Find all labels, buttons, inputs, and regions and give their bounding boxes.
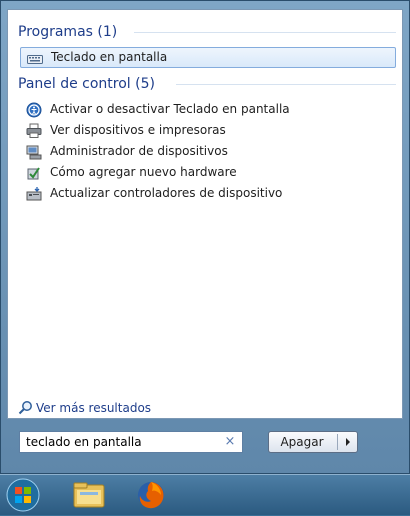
- start-menu: Programas (1) Teclado en pantalla Panel …: [0, 0, 410, 474]
- taskbar: [0, 474, 410, 515]
- taskbar-firefox[interactable]: [132, 477, 170, 513]
- printer-icon: [26, 123, 42, 138]
- result-label: Activar o desactivar Teclado en pantalla: [50, 102, 290, 116]
- firefox-icon: [138, 482, 164, 509]
- result-agregar-hardware[interactable]: Cómo agregar nuevo hardware: [20, 162, 396, 183]
- result-administrador-dispositivos[interactable]: Administrador de dispositivos: [20, 141, 396, 162]
- add-hardware-icon: [27, 167, 40, 180]
- taskbar-windows-explorer[interactable]: [70, 477, 108, 513]
- search-input[interactable]: [26, 434, 216, 450]
- result-ver-dispositivos[interactable]: Ver dispositivos e impresoras: [20, 120, 396, 141]
- see-more-results-link[interactable]: Ver más resultados: [18, 399, 151, 417]
- shutdown-options-button[interactable]: [339, 432, 357, 452]
- shutdown-button[interactable]: Apagar: [269, 432, 335, 452]
- clear-search-icon[interactable]: ×: [224, 435, 236, 449]
- result-teclado-en-pantalla[interactable]: Teclado en pantalla: [20, 47, 396, 68]
- divider: [134, 32, 396, 33]
- control-panel-header-label: Panel de control (5): [18, 76, 155, 92]
- keyboard-icon: [27, 55, 43, 64]
- chevron-right-icon: [346, 438, 350, 446]
- result-label: Administrador de dispositivos: [50, 144, 228, 158]
- device-manager-icon: [26, 145, 42, 160]
- divider: [337, 434, 338, 450]
- result-label: Teclado en pantalla: [51, 50, 168, 64]
- result-activar-teclado[interactable]: Activar o desactivar Teclado en pantalla: [20, 99, 396, 120]
- see-more-results-label: Ver más resultados: [36, 401, 152, 415]
- control-panel-group-header: Panel de control (5): [18, 74, 396, 94]
- search-icon: [18, 401, 32, 415]
- search-results-pane: Programas (1) Teclado en pantalla Panel …: [7, 9, 403, 419]
- programs-header-label: Programas (1): [18, 24, 118, 40]
- divider: [176, 84, 396, 85]
- result-label: Cómo agregar nuevo hardware: [50, 165, 237, 179]
- search-box[interactable]: ×: [19, 431, 243, 453]
- driver-update-icon: [26, 187, 42, 201]
- result-label: Actualizar controladores de dispositivo: [50, 186, 283, 200]
- shutdown-button-group: Apagar: [268, 431, 358, 453]
- start-button[interactable]: [4, 477, 42, 513]
- start-orb-icon: [6, 478, 40, 512]
- windows-explorer-icon: [73, 482, 105, 508]
- programs-group-header: Programas (1): [18, 22, 396, 42]
- result-actualizar-controladores[interactable]: Actualizar controladores de dispositivo: [20, 183, 396, 204]
- ease-of-access-icon: [26, 102, 42, 118]
- result-label: Ver dispositivos e impresoras: [50, 123, 226, 137]
